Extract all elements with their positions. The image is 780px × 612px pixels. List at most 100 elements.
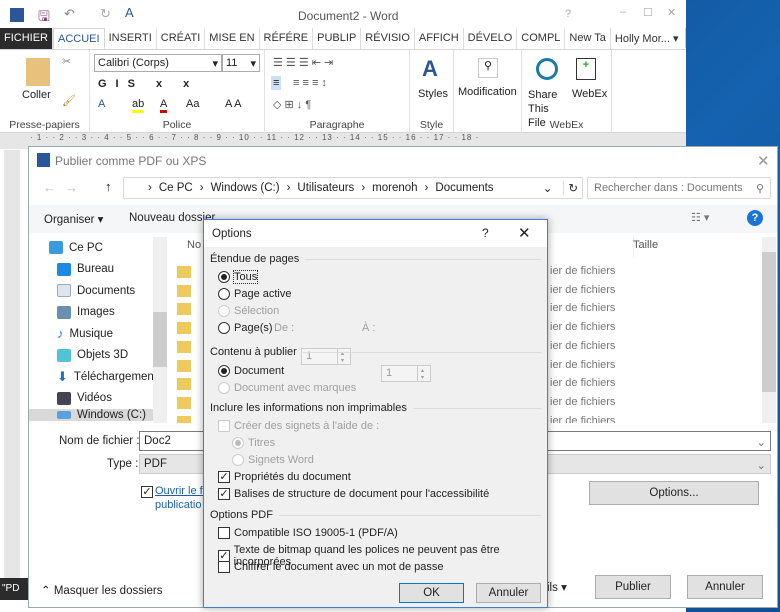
help-button[interactable]: ? xyxy=(482,226,489,240)
pdfa-checkbox[interactable]: Compatible ISO 19005-1 (PDF/A) xyxy=(218,527,398,539)
options-button[interactable]: Options... xyxy=(589,481,759,505)
webex-icon[interactable]: + xyxy=(576,58,596,80)
nav-item-videos[interactable]: Vidéos xyxy=(29,388,167,410)
publish-button[interactable]: Publier xyxy=(595,575,671,599)
section-nonprint: Inclure les informations non imprimables xyxy=(210,402,541,414)
styles-button[interactable]: Styles xyxy=(418,88,448,100)
nav-item-windows-c[interactable]: Windows (C:) xyxy=(29,409,167,421)
maximize-icon[interactable]: ☐ xyxy=(643,6,653,19)
column-name[interactable]: No xyxy=(187,239,201,251)
vertical-ruler[interactable] xyxy=(4,150,20,600)
nav-item-ce-pc[interactable]: Ce PC xyxy=(29,237,167,259)
open-after-label[interactable]: Ouvrir le fi xyxy=(155,485,205,497)
close-icon[interactable]: ✕ xyxy=(667,6,676,19)
up-icon[interactable]: ↑ xyxy=(105,179,112,194)
nav-item-images[interactable]: Images xyxy=(29,302,167,324)
breadcrumb-item[interactable]: Windows (C:) xyxy=(211,182,280,194)
modification-button[interactable]: Modification xyxy=(458,86,517,98)
encrypt-checkbox[interactable]: Chiffrer le document avec un mot de pass… xyxy=(218,561,444,573)
undo-icon[interactable]: ↶ xyxy=(64,6,75,22)
minimize-icon[interactable]: – xyxy=(620,6,626,18)
save-icon[interactable]: 🖫 xyxy=(38,6,50,30)
redo-icon[interactable]: ↻ xyxy=(100,6,111,22)
nav-label: Vidéos xyxy=(77,392,112,405)
tools-button[interactable]: ils ▾ xyxy=(547,580,567,594)
nav-scrollbar[interactable] xyxy=(153,237,167,423)
tab-fichier[interactable]: FICHIER xyxy=(0,28,53,49)
tab-complements[interactable]: COMPL xyxy=(517,28,566,49)
radio-all[interactable]: Tous xyxy=(218,270,259,284)
paste-button[interactable]: Coller xyxy=(22,89,51,101)
font-name-select[interactable]: Calibri (Corps) ▾ xyxy=(94,54,222,72)
tab-creation[interactable]: CRÉATI xyxy=(157,28,206,49)
font-name: Calibri (Corps) xyxy=(98,57,169,69)
tab-accueil[interactable]: ACCUEI xyxy=(53,28,105,49)
nav-item-telechargement[interactable]: ⬇ Téléchargement xyxy=(29,366,167,388)
font-format-buttons[interactable]: GIS x x xyxy=(98,78,198,90)
highlight-icon[interactable]: ab xyxy=(132,98,145,113)
cancel-button[interactable]: Annuler xyxy=(687,575,763,599)
webex-button[interactable]: WebEx xyxy=(572,88,607,100)
font-color-icon[interactable]: A xyxy=(160,98,168,113)
organize-button[interactable]: Organiser ▾ xyxy=(44,212,103,226)
styles-icon[interactable]: A xyxy=(422,56,438,82)
file-type: ier de fichiers xyxy=(550,377,616,390)
document-properties-checkbox[interactable]: ✓ Propriétés du document xyxy=(218,471,351,483)
tab-insertion[interactable]: INSERTI xyxy=(105,28,157,49)
back-icon[interactable]: ← xyxy=(43,180,56,195)
font-size-select[interactable]: 11 ▾ xyxy=(222,54,260,72)
paste-icon[interactable] xyxy=(26,58,50,86)
column-size[interactable]: Taille xyxy=(633,239,658,251)
chevron-down-icon[interactable]: ⌄ xyxy=(543,181,557,195)
cancel-button[interactable]: Annuler xyxy=(476,583,541,603)
align-left-icon[interactable]: ≡ xyxy=(271,76,282,90)
documents-icon xyxy=(57,284,71,298)
open-after-label-2: publicatio xyxy=(155,499,202,511)
radio-pages[interactable]: Page(s) xyxy=(218,322,273,334)
tab-affichage[interactable]: AFFICH xyxy=(415,28,464,49)
tab-mise-en-page[interactable]: MISE EN xyxy=(205,28,260,49)
find-binoculars-icon[interactable]: ⚲ xyxy=(478,58,498,78)
forward-icon[interactable]: → xyxy=(65,180,78,195)
nav-item-musique[interactable]: ♪ Musique xyxy=(29,323,167,345)
breadcrumb-item[interactable]: morenoh xyxy=(372,182,417,194)
shading-borders-icons[interactable]: ◇ ⊞ ↓ ¶ xyxy=(273,98,311,111)
close-icon[interactable]: ✕ xyxy=(518,224,531,242)
search-input[interactable]: Rechercher dans : Documents ⚲ xyxy=(587,177,771,199)
breadcrumb-item[interactable]: Utilisateurs xyxy=(297,182,354,194)
tab-publipostage[interactable]: PUBLIP xyxy=(313,28,362,49)
cut-icon[interactable]: ✂ xyxy=(62,55,71,68)
radio-current-page[interactable]: Page active xyxy=(218,288,291,300)
share-file-icon[interactable] xyxy=(536,58,558,80)
hide-folders-button[interactable]: ⌃ Masquer les dossiers xyxy=(41,583,163,597)
address-bar[interactable]: › Ce PC › Windows (C:) › Utilisateurs › more… xyxy=(123,177,583,199)
text-effects-icon[interactable]: A xyxy=(98,98,105,110)
format-painter-qat-icon[interactable]: A xyxy=(125,5,134,20)
change-case-icon[interactable]: Aa xyxy=(186,98,199,110)
refresh-icon[interactable]: ↻ xyxy=(563,181,582,195)
align-icons[interactable]: ≡ ≡ ≡ ↕ xyxy=(293,77,327,89)
tab-references[interactable]: RÉFÉRE xyxy=(260,28,314,49)
file-scrollbar[interactable] xyxy=(762,237,776,423)
avatar[interactable] xyxy=(684,28,686,48)
help-icon[interactable]: ? xyxy=(747,210,763,226)
tab-revision[interactable]: RÉVISIO xyxy=(361,28,415,49)
format-painter-icon[interactable]: 🖌 xyxy=(62,94,76,107)
view-options-icon[interactable]: ☷ ▾ xyxy=(691,211,709,224)
tab-developpeur[interactable]: DÉVELO xyxy=(464,28,518,49)
open-after-checkbox[interactable]: ✓ xyxy=(141,486,153,498)
user-account[interactable]: Holly Mor... ▾ xyxy=(611,28,683,49)
ok-button[interactable]: OK xyxy=(399,583,464,603)
close-icon[interactable]: ✕ xyxy=(757,152,770,170)
tab-new[interactable]: New Ta xyxy=(565,28,611,49)
grow-shrink-font-icon[interactable]: A A xyxy=(225,98,242,110)
list-icons[interactable]: ☰ ☰ ☰ ⇤ ⇥ xyxy=(273,56,333,69)
nav-item-bureau[interactable]: Bureau xyxy=(29,259,167,281)
radio-document[interactable]: Document xyxy=(218,365,284,377)
help-icon[interactable]: ? xyxy=(565,8,571,20)
structure-tags-checkbox[interactable]: ✓ Balises de structure de document pour l… xyxy=(218,488,489,500)
breadcrumb-item[interactable]: Ce PC xyxy=(159,182,193,194)
nav-item-documents[interactable]: Documents xyxy=(29,280,167,302)
nav-item-objets-3d[interactable]: Objets 3D xyxy=(29,345,167,367)
breadcrumb-item[interactable]: Documents xyxy=(435,182,493,194)
